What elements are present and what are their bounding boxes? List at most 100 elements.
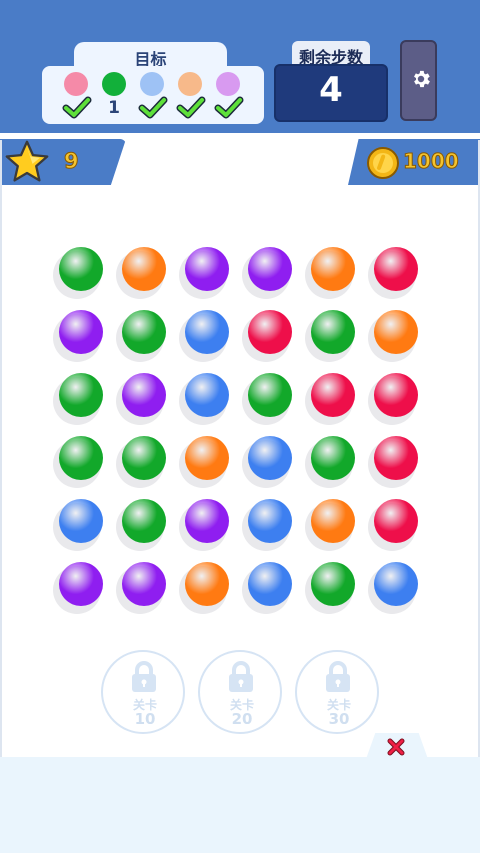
- gear-icon: [414, 70, 430, 88]
- ball-cell[interactable]: [116, 499, 170, 551]
- green-ball[interactable]: [59, 436, 103, 480]
- green-ball[interactable]: [59, 247, 103, 291]
- coin-icon: [367, 147, 399, 179]
- blue-ball[interactable]: [248, 562, 292, 606]
- star-count: 9: [64, 149, 80, 174]
- green-ball[interactable]: [122, 436, 166, 480]
- ball-cell[interactable]: [116, 436, 170, 488]
- ball-cell[interactable]: [368, 499, 422, 551]
- green-ball[interactable]: [59, 373, 103, 417]
- locked-level-button[interactable]: 关卡 10: [101, 650, 185, 734]
- ball-cell[interactable]: [305, 373, 359, 425]
- red-ball[interactable]: [374, 436, 418, 480]
- star-icon: [5, 140, 49, 182]
- blue-ball[interactable]: [248, 499, 292, 543]
- goal-count: 1: [108, 98, 120, 118]
- ball-cell[interactable]: [305, 310, 359, 362]
- purple-ball[interactable]: [59, 310, 103, 354]
- red-ball[interactable]: [248, 310, 292, 354]
- orange-ball[interactable]: [374, 310, 418, 354]
- check-icon: [176, 96, 206, 120]
- ball-cell[interactable]: [179, 310, 233, 362]
- purple-ball[interactable]: [248, 247, 292, 291]
- red-ball[interactable]: [311, 373, 355, 417]
- goal-panel: 1: [42, 66, 264, 124]
- check-icon: [214, 96, 244, 120]
- goal-item: [138, 72, 168, 120]
- ball-cell[interactable]: [368, 562, 422, 614]
- ball-cell[interactable]: [179, 562, 233, 614]
- ball-cell[interactable]: [368, 247, 422, 299]
- green-ball[interactable]: [122, 310, 166, 354]
- goal-ball-icon: [140, 72, 164, 96]
- ball-cell[interactable]: [53, 436, 107, 488]
- ball-cell[interactable]: [242, 310, 296, 362]
- ball-cell[interactable]: [116, 562, 170, 614]
- ball-cell[interactable]: [179, 499, 233, 551]
- ball-cell[interactable]: [116, 373, 170, 425]
- blue-ball[interactable]: [185, 310, 229, 354]
- ball-cell[interactable]: [305, 562, 359, 614]
- ball-cell[interactable]: [368, 436, 422, 488]
- ball-cell[interactable]: [305, 247, 359, 299]
- blue-ball[interactable]: [185, 373, 229, 417]
- ball-cell[interactable]: [53, 562, 107, 614]
- ball-cell[interactable]: [305, 436, 359, 488]
- green-ball[interactable]: [311, 436, 355, 480]
- purple-ball[interactable]: [185, 499, 229, 543]
- locked-level-button[interactable]: 关卡 30: [295, 650, 379, 734]
- ball-cell[interactable]: [242, 436, 296, 488]
- moves-value: 4: [319, 70, 343, 110]
- ball-cell[interactable]: [242, 562, 296, 614]
- settings-button[interactable]: [400, 40, 437, 121]
- purple-ball[interactable]: [122, 373, 166, 417]
- goal-ball-icon: [216, 72, 240, 96]
- blue-ball[interactable]: [59, 499, 103, 543]
- ball-cell[interactable]: [179, 247, 233, 299]
- ball-cell[interactable]: [116, 247, 170, 299]
- goal-item: [176, 72, 206, 120]
- ball-cell[interactable]: [242, 499, 296, 551]
- purple-ball[interactable]: [59, 562, 103, 606]
- orange-ball[interactable]: [185, 436, 229, 480]
- coin-count: 1000: [403, 149, 460, 174]
- ball-cell[interactable]: [53, 373, 107, 425]
- green-ball[interactable]: [122, 499, 166, 543]
- level-number: 30: [328, 710, 350, 728]
- ball-cell[interactable]: [53, 499, 107, 551]
- blue-ball[interactable]: [374, 562, 418, 606]
- red-ball[interactable]: [374, 373, 418, 417]
- ball-cell[interactable]: [116, 310, 170, 362]
- orange-ball[interactable]: [185, 562, 229, 606]
- orange-ball[interactable]: [122, 247, 166, 291]
- level-number: 20: [231, 710, 253, 728]
- check-icon: [62, 96, 92, 120]
- lock-icon: [129, 660, 159, 694]
- purple-ball[interactable]: [122, 562, 166, 606]
- goal-ball-icon: [178, 72, 202, 96]
- board-left-border: [0, 140, 2, 760]
- bottom-panel: [0, 757, 480, 853]
- green-ball[interactable]: [311, 310, 355, 354]
- blue-ball[interactable]: [248, 436, 292, 480]
- ball-cell[interactable]: [53, 247, 107, 299]
- red-ball[interactable]: [374, 499, 418, 543]
- ball-cell[interactable]: [368, 373, 422, 425]
- locked-level-button[interactable]: 关卡 20: [198, 650, 282, 734]
- goal-item: [62, 72, 92, 120]
- ball-cell[interactable]: [53, 310, 107, 362]
- orange-ball[interactable]: [311, 247, 355, 291]
- orange-ball[interactable]: [311, 499, 355, 543]
- red-ball[interactable]: [374, 247, 418, 291]
- goal-item: [214, 72, 244, 120]
- ball-cell[interactable]: [305, 499, 359, 551]
- ball-cell[interactable]: [179, 436, 233, 488]
- ball-cell[interactable]: [242, 247, 296, 299]
- close-icon[interactable]: [386, 737, 406, 757]
- green-ball[interactable]: [311, 562, 355, 606]
- ball-cell[interactable]: [242, 373, 296, 425]
- green-ball[interactable]: [248, 373, 292, 417]
- ball-cell[interactable]: [368, 310, 422, 362]
- ball-cell[interactable]: [179, 373, 233, 425]
- purple-ball[interactable]: [185, 247, 229, 291]
